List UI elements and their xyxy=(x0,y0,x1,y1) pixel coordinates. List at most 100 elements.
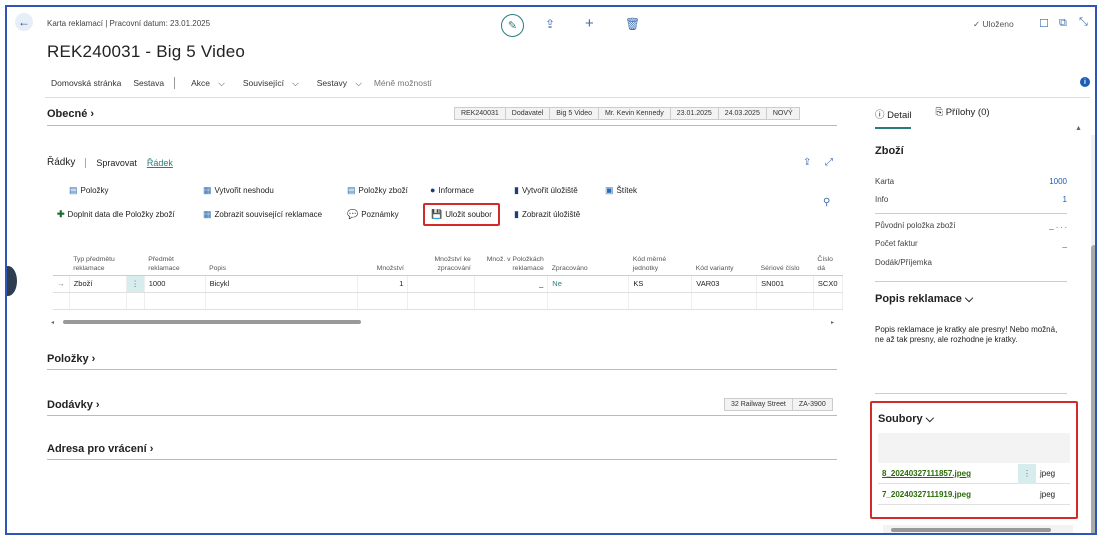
empty-cell[interactable] xyxy=(407,292,476,310)
empty-cell[interactable] xyxy=(144,292,206,310)
factbox-complaint-desc-title[interactable]: Popis reklamace ⌵ xyxy=(875,293,973,306)
section-return-address-label: Adresa pro vrácení xyxy=(47,443,147,455)
cell-quantity[interactable]: 1 xyxy=(357,275,409,293)
cmd-create-storage[interactable]: ▮ Vytvořit úložiště xyxy=(514,185,578,196)
action-related[interactable]: Související ⌵ xyxy=(231,78,305,89)
scroll-up-icon[interactable]: ▲ xyxy=(1075,125,1082,132)
section-deliveries[interactable]: Dodávky › xyxy=(47,399,100,411)
file-extension: jpeg xyxy=(1040,490,1056,499)
action-fewer-options[interactable]: Méně možností xyxy=(368,78,438,88)
table-row[interactable]: → Zboží ⋮ 1000 Bicykl 1 _ Ne KS VAR03 SN… xyxy=(53,275,844,293)
empty-cell[interactable] xyxy=(691,292,758,310)
new-plus-icon[interactable]: + xyxy=(585,15,594,32)
cmd-notes[interactable]: 💬 Poznámky xyxy=(347,209,399,220)
related-doc-icon: ▦ xyxy=(203,209,212,219)
file-link[interactable]: 7_20240327111919.jpeg xyxy=(882,490,971,499)
empty-cell[interactable] xyxy=(547,292,630,310)
cell-serial[interactable]: SN001 xyxy=(756,275,814,293)
empty-cell[interactable] xyxy=(69,292,127,310)
scroll-left-icon[interactable]: ◂ xyxy=(51,319,54,326)
empty-cell[interactable] xyxy=(628,292,693,310)
cell-type[interactable]: Zboží xyxy=(69,275,127,293)
general-summary-chips: REK240031 Dodavatel Big 5 Video Mr. Kevi… xyxy=(454,107,800,120)
action-report[interactable]: Sestava xyxy=(127,78,170,88)
tab-line[interactable]: Řádek xyxy=(147,158,173,168)
factbox-files-title[interactable]: Soubory ⌵ xyxy=(878,413,934,426)
delete-trash-icon[interactable]: 🗑 xyxy=(625,17,640,31)
cell-processed[interactable]: Ne xyxy=(547,275,630,293)
field-card-value[interactable]: 1000 xyxy=(1007,177,1067,186)
field-card-label: Karta xyxy=(875,177,895,186)
cell-qty-in-items[interactable]: _ xyxy=(474,275,549,293)
share-icon[interactable]: ⇪ xyxy=(545,17,555,31)
side-handle[interactable] xyxy=(7,266,17,296)
col-lot[interactable]: Číslo dá xyxy=(813,233,843,276)
col-uom[interactable]: Kód měrné jednotky xyxy=(628,233,692,276)
empty-cell[interactable] xyxy=(357,292,409,310)
field-info-value[interactable]: 1 xyxy=(1007,195,1067,204)
list-item[interactable]: 7_20240327111919.jpeg jpeg xyxy=(878,485,1070,505)
action-actions[interactable]: Akce ⌵ xyxy=(179,78,231,89)
col-qty-in-items[interactable]: Množ. v Položkách reklamace xyxy=(474,233,548,276)
bookmark-icon[interactable]: ☐ xyxy=(1039,17,1049,30)
col-item[interactable]: Předmět reklamace xyxy=(144,233,206,276)
tab-detail[interactable]: ⓘ Detail xyxy=(875,107,912,129)
cell-variant[interactable]: VAR03 xyxy=(691,275,758,293)
cmd-information-label: Informace xyxy=(438,185,475,195)
section-items-label: Položky xyxy=(47,353,89,365)
section-general[interactable]: Obecné › xyxy=(47,108,94,120)
section-deliveries-label: Dodávky xyxy=(47,399,93,411)
back-arrow-icon[interactable]: ← xyxy=(15,13,33,31)
factbox-scrollbar[interactable] xyxy=(1091,245,1095,533)
col-processed[interactable]: Zpracováno xyxy=(547,233,629,276)
table-row[interactable] xyxy=(53,292,844,310)
section-return-address[interactable]: Adresa pro vrácení › xyxy=(47,443,153,455)
tab-manage[interactable]: Spravovat xyxy=(96,158,137,168)
cell-lot[interactable]: SCX0 xyxy=(813,275,844,293)
horizontal-scrollbar[interactable] xyxy=(63,320,361,324)
tab-attachments[interactable]: ⎘ Přílohy (0) xyxy=(935,107,989,129)
section-lines[interactable]: Řádky xyxy=(47,157,75,168)
empty-cell[interactable] xyxy=(756,292,814,310)
col-serial[interactable]: Sériové číslo xyxy=(756,233,814,276)
share-icon[interactable]: ⇪ xyxy=(803,157,811,168)
cell-description[interactable]: Bicykl xyxy=(205,275,358,293)
file-link[interactable]: 8_20240327111857.jpeg xyxy=(882,469,971,478)
cell-qty-to-process[interactable] xyxy=(407,275,476,293)
expand-icon[interactable]: ⤢ xyxy=(825,157,833,168)
empty-cell[interactable] xyxy=(474,292,549,310)
col-type[interactable]: Typ předmětu reklamace xyxy=(69,233,126,276)
col-quantity[interactable]: Množství xyxy=(357,233,408,276)
col-variant[interactable]: Kód varianty xyxy=(691,233,757,276)
open-new-window-icon[interactable]: ⧉ xyxy=(1059,17,1067,30)
row-menu-icon[interactable]: ⋮ xyxy=(126,275,145,293)
cell-item[interactable]: 1000 xyxy=(144,275,206,293)
cmd-information[interactable]: ● Informace xyxy=(430,185,474,195)
cmd-items[interactable]: ▤ Položky xyxy=(69,185,109,196)
collapse-icon[interactable]: ⤡ xyxy=(1079,16,1088,29)
cmd-show-storage[interactable]: ▮ Zobrazit úložiště xyxy=(514,209,580,220)
cell-uom[interactable]: KS xyxy=(628,275,693,293)
cmd-related-complaints[interactable]: ▦ Zobrazit související reklamace xyxy=(203,209,322,220)
cmd-save-file[interactable]: 💾 Uložit soubor xyxy=(423,203,500,226)
action-reports[interactable]: Sestavy ⌵ xyxy=(305,78,368,89)
cmd-create-nonconformity[interactable]: ▦ Vytvořit neshodu xyxy=(203,185,274,196)
info-icon[interactable]: i xyxy=(1080,77,1090,87)
col-description[interactable]: Popis xyxy=(205,233,358,276)
section-items[interactable]: Položky › xyxy=(47,353,95,365)
cmd-item-ledger[interactable]: ▤ Položky zboží xyxy=(347,185,408,196)
cmd-fill-data[interactable]: ✚ Doplnit data dle Položky zboží xyxy=(57,209,175,220)
edit-pencil-icon[interactable]: ✎ xyxy=(501,14,524,37)
action-home[interactable]: Domovská stránka xyxy=(45,78,127,88)
personalize-pin-icon[interactable]: ⚲ xyxy=(823,197,830,208)
list-item[interactable]: 8_20240327111857.jpeg ⋮ jpeg xyxy=(878,464,1070,484)
info-circle-icon: ● xyxy=(430,185,436,195)
file-menu-icon[interactable]: ⋮ xyxy=(1018,464,1036,484)
files-scrollbar[interactable] xyxy=(891,528,1051,532)
cmd-label[interactable]: ▣ Štítek xyxy=(605,185,637,196)
col-qty-to-process[interactable]: Množství ke zpracování xyxy=(407,233,475,276)
cmd-fill-data-label: Doplnit data dle Položky zboží xyxy=(67,210,175,219)
empty-cell[interactable] xyxy=(813,292,844,310)
scroll-right-icon[interactable]: ▸ xyxy=(831,319,834,326)
empty-cell[interactable] xyxy=(205,292,358,310)
